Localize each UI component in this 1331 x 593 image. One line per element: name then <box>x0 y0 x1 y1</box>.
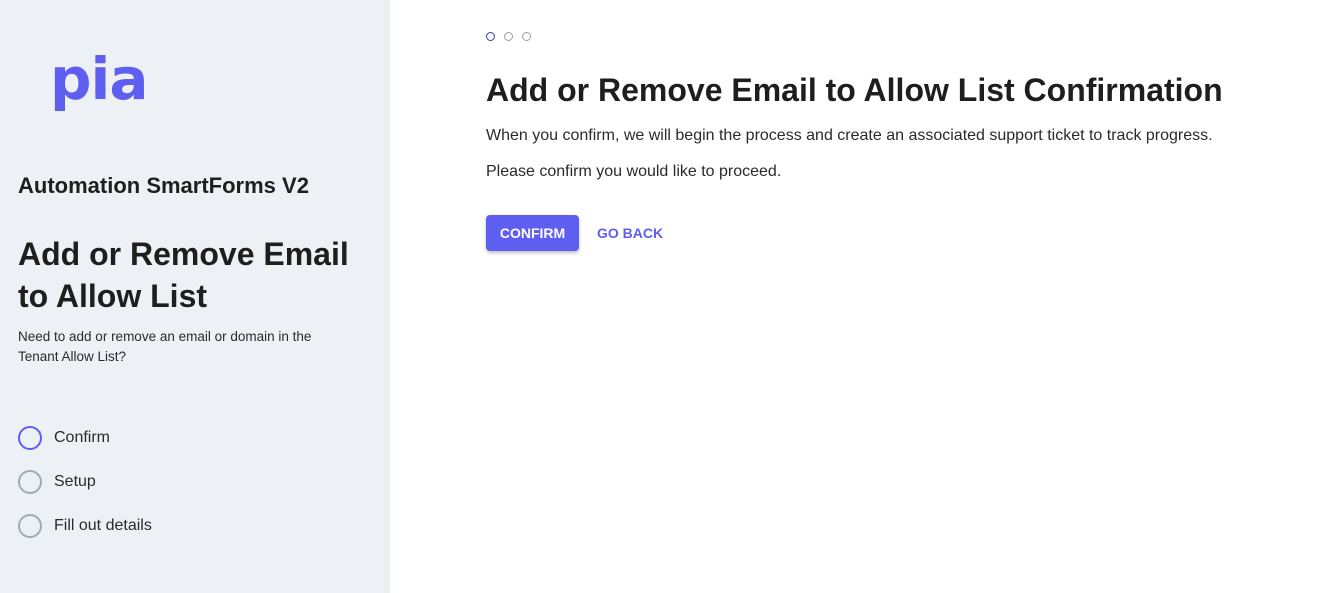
confirm-button[interactable]: CONFIRM <box>486 215 579 251</box>
step-fill-out-details[interactable]: Fill out details <box>18 504 152 548</box>
main-content: Add or Remove Email to Allow List Confir… <box>390 0 1331 593</box>
confirmation-text: When you confirm, we will begin the proc… <box>486 127 1213 144</box>
step-confirm[interactable]: Confirm <box>18 416 152 460</box>
step-confirm-circle-icon <box>18 426 42 450</box>
progress-dot-1-icon <box>486 32 495 41</box>
progress-dot-3-icon <box>522 32 531 41</box>
step-setup-circle-icon <box>18 470 42 494</box>
step-label: Confirm <box>54 429 111 446</box>
step-list: Confirm Setup Fill out details <box>18 416 152 548</box>
form-title: Add or Remove Email to Allow List <box>18 236 349 314</box>
org-name: Automation SmartForms V2 <box>18 173 309 198</box>
step-label: Fill out details <box>54 517 152 534</box>
go-back-button[interactable]: GO BACK <box>587 215 673 251</box>
step-fill-out-details-circle-icon <box>18 514 42 538</box>
proceed-prompt: Please confirm you would like to proceed… <box>486 163 782 180</box>
progress-dots <box>486 32 540 41</box>
page-title: Add or Remove Email to Allow List Confir… <box>486 72 1223 108</box>
sidebar: pia Automation SmartForms V2 Add or Remo… <box>0 0 390 593</box>
step-label: Setup <box>54 473 96 490</box>
pia-logo: pia <box>50 45 149 113</box>
progress-dot-2-icon <box>504 32 513 41</box>
step-setup[interactable]: Setup <box>18 460 152 504</box>
form-description: Need to add or remove an email or domain… <box>18 329 312 364</box>
